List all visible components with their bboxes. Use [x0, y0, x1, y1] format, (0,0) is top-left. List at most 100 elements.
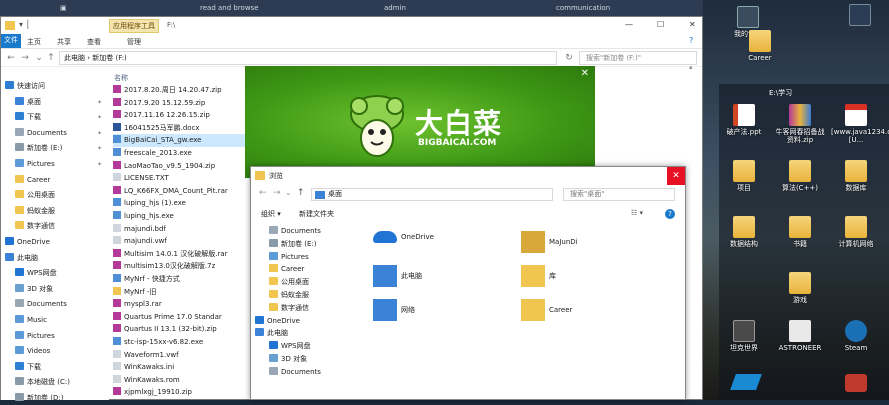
sidebar-item[interactable]: Documents: [15, 298, 67, 311]
desktop-icon-ppt[interactable]: 破产法.ppt: [719, 104, 769, 136]
dialog-sidebar-item[interactable]: Documents: [269, 225, 321, 238]
dialog-sidebar-item[interactable]: 公用桌面: [269, 276, 309, 289]
file-row[interactable]: luping_hjs (1).exe: [113, 197, 186, 210]
desktop-icon-astroneer[interactable]: ASTRONEER: [775, 320, 825, 352]
desktop-icon-tool[interactable]: [835, 4, 885, 28]
sidebar-item[interactable]: Pictures ✦: [15, 158, 102, 171]
dialog-address-field[interactable]: 桌面: [311, 188, 553, 201]
sidebar-item[interactable]: 蚂蚁金服: [15, 205, 55, 218]
search-input[interactable]: 搜索"新加卷 (F:)": [579, 51, 697, 65]
help-icon[interactable]: ?: [689, 36, 693, 45]
back-arrow-icon[interactable]: ←: [259, 188, 267, 198]
dialog-item[interactable]: MaJunDi: [521, 231, 578, 253]
desktop-icon-algo[interactable]: 算法(C++): [775, 160, 825, 192]
help-icon[interactable]: ?: [665, 209, 675, 219]
sidebar-item[interactable]: Videos: [15, 345, 50, 358]
dialog-item[interactable]: OneDrive: [373, 231, 434, 243]
file-row[interactable]: LICENSE.TXT: [113, 172, 169, 185]
file-row[interactable]: MyNrf - 快捷方式: [113, 273, 180, 286]
file-row[interactable]: luping_hjs.exe: [113, 210, 174, 223]
dialog-sidebar-item[interactable]: Documents: [269, 366, 321, 379]
forward-arrow-icon[interactable]: →: [273, 188, 281, 198]
close-button[interactable]: ✕: [689, 20, 696, 29]
file-row[interactable]: BigBaiCai_STA_gw.exe: [113, 134, 263, 147]
dialog-sidebar-item[interactable]: 此电脑: [255, 327, 288, 340]
sidebar-item[interactable]: 下载: [15, 361, 41, 374]
dialog-search-input[interactable]: 搜索"桌面": [563, 188, 675, 201]
desktop-icon-games[interactable]: 游戏: [775, 272, 825, 304]
file-row[interactable]: xjpmlxgj_19910.zip: [113, 386, 192, 399]
sidebar-item[interactable]: Documents ✦: [15, 127, 102, 140]
sidebar-item[interactable]: 桌面 ✦: [15, 96, 102, 109]
file-row[interactable]: Quartus II 13.1 (32-bit).zip: [113, 323, 217, 336]
recent-chevron-icon[interactable]: ⌄: [285, 188, 292, 197]
sidebar-item[interactable]: 公用桌面: [15, 189, 55, 202]
dialog-sidebar-item[interactable]: OneDrive: [255, 315, 300, 328]
tab-view[interactable]: 查看: [87, 37, 101, 47]
desktop-icon-books[interactable]: 书籍: [775, 216, 825, 248]
sidebar-item[interactable]: 新加卷 (E:) ✦: [15, 142, 102, 155]
sidebar-item[interactable]: 快速访问: [5, 80, 45, 93]
address-field[interactable]: 此电脑 › 新加卷 (F:): [59, 51, 557, 65]
view-options-icon[interactable]: ☷ ▾: [631, 209, 643, 217]
sidebar-item[interactable]: 本地磁盘 (C:): [15, 376, 70, 389]
file-row[interactable]: 2017.8.20.周日 14.20.47.zip: [113, 84, 222, 97]
desktop-icon-db[interactable]: 数据库: [831, 160, 881, 192]
file-row[interactable]: MyNrf -旧: [113, 286, 157, 299]
desktop-icon-pdf[interactable]: [www.java1234.com][U...: [831, 104, 889, 144]
sidebar-item[interactable]: OneDrive: [5, 236, 50, 249]
file-row[interactable]: WinKawaks.rom: [113, 374, 180, 387]
tab-manage[interactable]: 管理: [127, 37, 141, 47]
recent-chevron-icon[interactable]: ⌄: [33, 52, 45, 64]
dialog-sidebar-item[interactable]: 3D 对象: [269, 353, 307, 366]
desktop-icon-wot[interactable]: 坦克世界: [719, 320, 769, 352]
dialog-sidebar-item[interactable]: 蚂蚁金服: [269, 289, 309, 302]
dialog-item[interactable]: 此电脑: [373, 265, 422, 287]
app-icon[interactable]: [730, 374, 762, 390]
desktop-icon-zip[interactable]: 牛客网春招备战资料.zip: [775, 104, 825, 144]
dialog-sidebar-item[interactable]: WPS网盘: [269, 340, 311, 353]
close-icon[interactable]: ✕: [581, 68, 589, 79]
dialog-sidebar-item[interactable]: 新加卷 (E:): [269, 238, 316, 251]
quick-access-toolbar[interactable]: ▾ │: [19, 20, 30, 29]
new-folder-button[interactable]: 新建文件夹: [299, 209, 334, 219]
dialog-item[interactable]: 网络: [373, 299, 415, 321]
file-row[interactable]: majundi.bdf: [113, 223, 166, 236]
dialog-close-button[interactable]: ✕: [667, 167, 685, 185]
file-row[interactable]: Waveform1.vwf: [113, 349, 179, 362]
maximize-button[interactable]: ☐: [657, 20, 664, 29]
file-row[interactable]: LQ_K66FX_DMA_Count_Pit.rar: [113, 185, 228, 198]
sidebar-item[interactable]: 数字通信: [15, 220, 55, 233]
minimize-button[interactable]: —: [625, 20, 633, 29]
dialog-sidebar-item[interactable]: Pictures: [269, 251, 309, 264]
tab-home[interactable]: 主页: [27, 37, 41, 47]
file-row[interactable]: freescale_2013.exe: [113, 147, 192, 160]
dialog-item[interactable]: Career: [521, 299, 572, 321]
sidebar-item[interactable]: 下载 ✦: [15, 111, 102, 124]
dialog-item[interactable]: 库: [521, 265, 556, 287]
file-row[interactable]: Quartus Prime 17.0 Standar: [113, 311, 222, 324]
dialog-sidebar-item[interactable]: Career: [269, 263, 304, 276]
sidebar-item[interactable]: Music: [15, 314, 47, 327]
up-arrow-icon[interactable]: ↑: [45, 52, 57, 64]
desktop-icon-steam[interactable]: Steam: [831, 320, 881, 352]
sidebar-item[interactable]: Career: [15, 174, 50, 187]
file-row[interactable]: LaoMaoTao_v9.5_1904.zip: [113, 160, 215, 173]
desktop-icon-ds[interactable]: 数据结构: [719, 216, 769, 248]
tab-share[interactable]: 共享: [57, 37, 71, 47]
file-row[interactable]: 2017.11.16 12.26.15.zip: [113, 109, 210, 122]
refresh-icon[interactable]: ↻: [563, 52, 575, 64]
file-row[interactable]: 16041525马军鹏.docx: [113, 122, 200, 135]
file-row[interactable]: stc-isp-15xx-v6.82.exe: [113, 336, 203, 349]
file-row[interactable]: multisim13.0汉化破解版.7z: [113, 260, 215, 273]
organize-menu[interactable]: 组织 ▾: [261, 209, 281, 219]
sidebar-item[interactable]: Pictures: [15, 330, 55, 343]
desktop-icon-project[interactable]: 项目: [719, 160, 769, 192]
sidebar-item[interactable]: WPS网盘: [15, 267, 57, 280]
dialog-sidebar-item[interactable]: 数字通信: [269, 302, 309, 315]
back-arrow-icon[interactable]: ←: [5, 52, 17, 64]
tab-app-tools[interactable]: 应用程序工具: [109, 19, 159, 33]
file-row[interactable]: 2017.9.20 15.12.59.zip: [113, 97, 205, 110]
up-arrow-icon[interactable]: ↑: [297, 188, 305, 198]
file-row[interactable]: Multisim 14.0.1 汉化破解版.rar: [113, 248, 228, 261]
